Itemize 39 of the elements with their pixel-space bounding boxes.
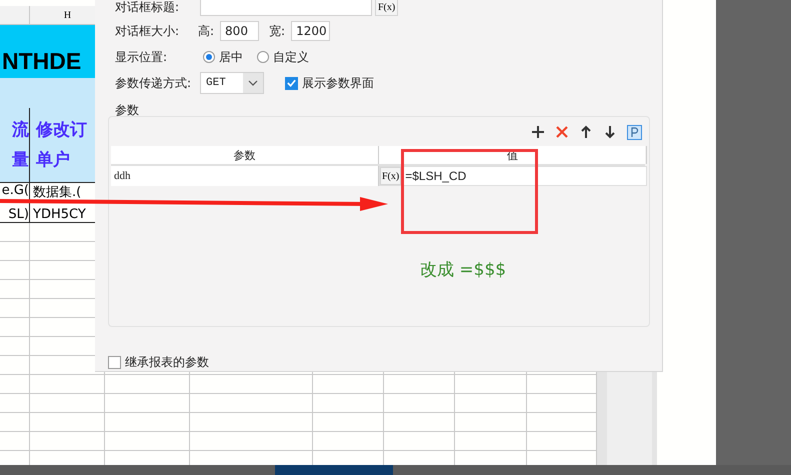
delete-icon[interactable] [555,125,569,139]
value-input-field[interactable]: =$LSH_CD [401,167,646,185]
title-input-field[interactable] [200,0,372,16]
column-header[interactable]: H [64,10,72,20]
up-arrow-icon[interactable] [579,125,593,139]
radio-button[interactable] [257,51,269,63]
radio-button[interactable] [203,51,215,63]
caret-icon [248,80,258,86]
field-label: 参数传递方式: [115,74,192,92]
checkbox-label: 展示参数界面 [302,74,374,92]
table-cell: ddh [111,166,379,186]
parameter-icon[interactable] [627,124,642,140]
checkbox-label: 继承报表的参数 [125,354,209,371]
table-cell-text: e.G( [0,183,29,198]
method-dropdown[interactable]: GET [200,72,264,94]
header-cell-text: 修改订 单户 [34,119,87,172]
formula-button[interactable]: F(x) [380,167,402,185]
banner-title: NTHDE [2,48,82,76]
formula-button[interactable]: F(x) [375,0,398,16]
width-input-field[interactable]: 1200 [291,21,330,41]
field-label: 对话框大小: [115,22,180,40]
field-label: 宽: [269,22,286,40]
field-label: 高: [198,22,214,40]
table-cell-text: YDH5CY [32,207,86,222]
add-icon[interactable] [531,125,545,139]
field-label: 显示位置: [115,48,168,66]
group-title: 参数 [115,103,139,117]
checkbox[interactable] [108,356,121,369]
checkbox[interactable] [285,76,298,90]
radio-label: 居中 [219,48,243,66]
height-input-field[interactable]: 800 [220,21,260,41]
header-cell-text: 流 量 [11,119,29,172]
annotation-note: 改成 =$$$ [420,259,506,281]
field-label: 对话框标题: [115,0,180,16]
down-arrow-icon[interactable] [603,125,617,139]
table-cell-text: SL) [7,207,29,222]
radio-label: 自定义 [273,48,309,66]
column-header[interactable]: 参数 [111,146,379,164]
table-cell-text: 数据集.( [32,184,82,201]
